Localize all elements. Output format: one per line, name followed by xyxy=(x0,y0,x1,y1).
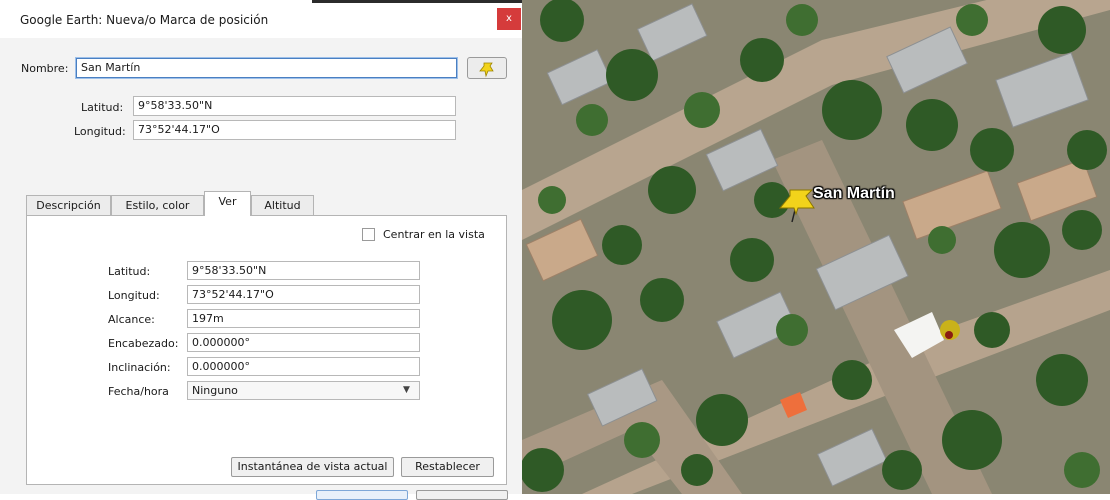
window-title: Google Earth: Nueva/o Marca de posición xyxy=(20,13,269,27)
window-edge xyxy=(312,0,522,3)
name-field[interactable]: San Martín xyxy=(76,58,457,78)
icon-picker-button[interactable] xyxy=(467,57,507,79)
satellite-imagery xyxy=(522,0,1110,494)
view-longitude-label: Longitud: xyxy=(108,289,160,302)
yellow-pushpin-icon xyxy=(479,62,494,78)
close-button[interactable]: x xyxy=(497,8,521,30)
range-label: Alcance: xyxy=(108,313,155,326)
tab-ver[interactable]: Ver xyxy=(204,191,251,216)
center-in-view-checkbox[interactable] xyxy=(362,228,375,241)
latitude-label: Latitud: xyxy=(81,101,124,114)
name-label: Nombre: xyxy=(21,62,69,75)
ok-button[interactable] xyxy=(316,490,408,500)
view-latitude-field[interactable]: 9°58'33.50"N xyxy=(187,261,420,280)
tilt-field[interactable]: 0.000000° xyxy=(187,357,420,376)
chevron-down-icon: ▼ xyxy=(403,385,410,395)
reset-button[interactable]: Restablecer xyxy=(401,457,494,477)
longitude-label: Longitud: xyxy=(74,125,126,138)
view-latitude-label: Latitud: xyxy=(108,265,151,278)
longitude-field[interactable]: 73°52'44.17"O xyxy=(133,120,456,140)
range-field[interactable]: 197m xyxy=(187,309,420,328)
center-in-view-label: Centrar en la vista xyxy=(383,228,485,241)
tab-altitud[interactable]: Altitud xyxy=(251,195,314,215)
tab-descripcion[interactable]: Descripción xyxy=(26,195,111,215)
placemark-map-label[interactable]: San Martín xyxy=(813,185,895,203)
datetime-select[interactable]: Ninguno xyxy=(187,381,420,400)
datetime-label: Fecha/hora xyxy=(108,385,169,398)
title-bar[interactable]: Google Earth: Nueva/o Marca de posición … xyxy=(0,0,522,38)
tab-estilo-color[interactable]: Estilo, color xyxy=(111,195,204,215)
heading-label: Encabezado: xyxy=(108,337,179,350)
placemark-dialog: Google Earth: Nueva/o Marca de posición … xyxy=(0,0,523,500)
heading-field[interactable]: 0.000000° xyxy=(187,333,420,352)
snapshot-view-button[interactable]: Instantánea de vista actual xyxy=(231,457,394,477)
satellite-map[interactable] xyxy=(522,0,1110,494)
tilt-label: Inclinación: xyxy=(108,361,171,374)
cancel-button[interactable] xyxy=(416,490,508,500)
latitude-field[interactable]: 9°58'33.50"N xyxy=(133,96,456,116)
view-longitude-field[interactable]: 73°52'44.17"O xyxy=(187,285,420,304)
